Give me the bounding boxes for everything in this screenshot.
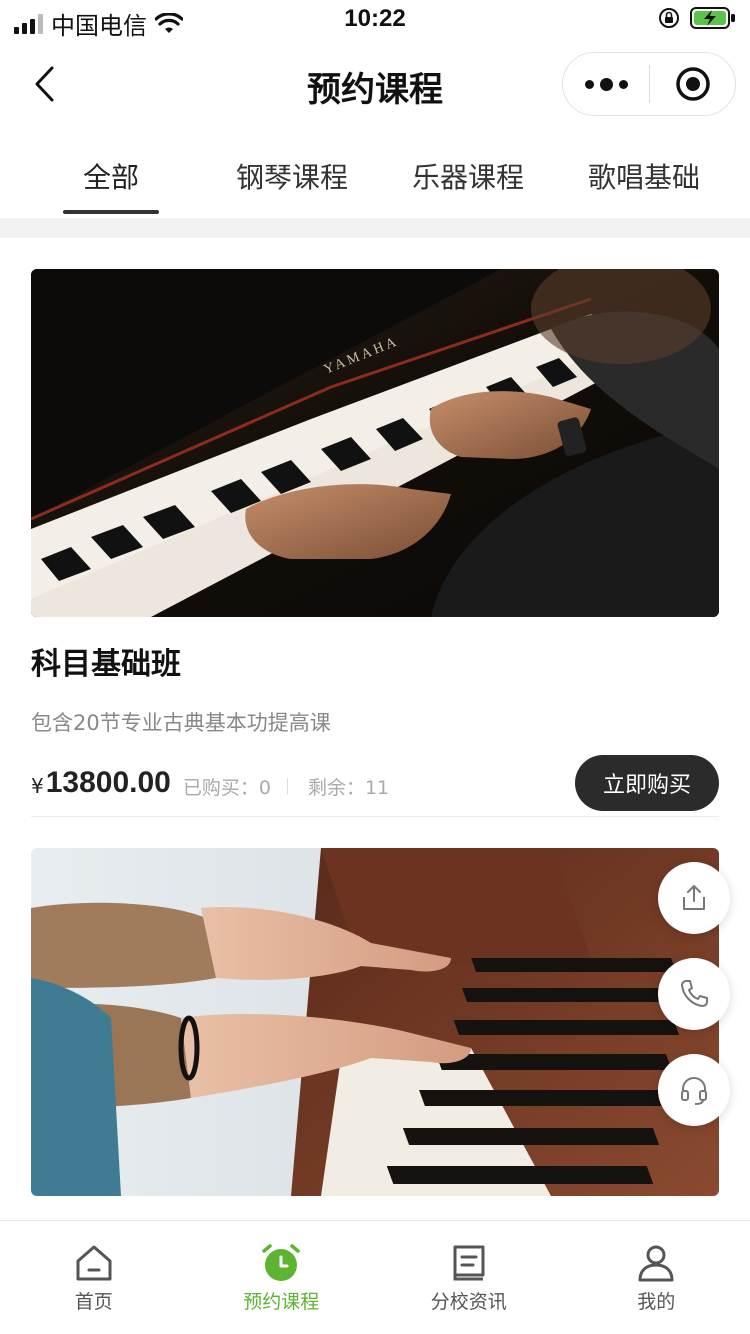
buy-now-button[interactable]: 立即购买 <box>575 755 719 811</box>
close-mini-program-button[interactable] <box>650 53 735 115</box>
headset-icon <box>681 1077 707 1105</box>
tab-label: 钢琴课程 <box>235 161 348 194</box>
course-image[interactable]: YAMAHA <box>31 269 719 617</box>
currency-symbol: ¥ <box>31 774 44 798</box>
card-divider <box>31 816 719 817</box>
tabbar-label: 预约课程 <box>243 1291 320 1313</box>
tab-label: 歌唱基础 <box>587 161 700 194</box>
remaining-count: 剩余：11 <box>307 776 390 799</box>
battery-icon <box>690 7 735 29</box>
user-icon <box>638 1245 674 1282</box>
alarm-clock-icon <box>262 1244 300 1281</box>
document-icon <box>453 1245 485 1281</box>
tab-label: 乐器课程 <box>411 161 524 194</box>
tabbar-label: 首页 <box>74 1291 113 1313</box>
active-tab-indicator <box>63 210 159 214</box>
status-time: 10:22 <box>344 5 406 32</box>
tabbar-item-booking[interactable]: 预约课程 <box>188 1221 376 1334</box>
tabbar-label: 我的 <box>637 1291 676 1313</box>
share-button[interactable] <box>658 862 730 934</box>
bottom-tab-bar: 首页 预约课程 分校资讯 我的 <box>0 1220 750 1334</box>
rotation-lock-icon <box>659 8 679 28</box>
course-title: 科目基础班 <box>31 647 181 682</box>
more-dot-icon <box>599 77 613 91</box>
tab-label: 全部 <box>82 161 139 194</box>
tab-all[interactable]: 全部 <box>0 140 222 218</box>
purchased-count: 已购买：0 <box>182 776 271 799</box>
more-button[interactable] <box>563 53 649 115</box>
tabbar-item-home[interactable]: 首页 <box>0 1221 188 1334</box>
more-dot-icon <box>584 79 594 89</box>
more-dot-icon <box>618 79 628 89</box>
section-separator <box>0 218 750 238</box>
tab-instruments[interactable]: 乐器课程 <box>362 140 574 218</box>
navigation-bar: 预约课程 <box>0 40 750 130</box>
home-icon <box>76 1245 112 1281</box>
share-icon <box>683 885 705 910</box>
status-bar: 中国电信 10:22 <box>0 0 750 40</box>
mini-program-capsule <box>562 52 736 116</box>
course-card[interactable] <box>31 848 719 1196</box>
price-row: ¥ 13800.00 已购买：0 剩余：11 立即购买 <box>31 755 719 811</box>
customer-service-button[interactable] <box>658 1054 730 1126</box>
tab-piano[interactable]: 钢琴课程 <box>222 140 362 218</box>
tabbar-item-profile[interactable]: 我的 <box>563 1221 750 1334</box>
course-description: 包含20节专业古典基本功提高课 <box>31 711 331 735</box>
target-close-icon <box>675 67 710 101</box>
status-right <box>658 6 736 30</box>
tab-singing[interactable]: 歌唱基础 <box>574 140 714 218</box>
tabbar-label: 分校资讯 <box>430 1291 507 1313</box>
course-price: 13800.00 <box>45 766 171 799</box>
phone-button[interactable] <box>658 958 730 1030</box>
meta-divider <box>286 778 288 794</box>
piano-hands-image: YAMAHA <box>31 269 719 617</box>
course-card[interactable]: YAMAHA 科目基础班 包含20节专业古典基本功提高课 ¥ 13800.00 … <box>31 269 719 811</box>
tabbar-item-news[interactable]: 分校资讯 <box>375 1221 563 1334</box>
piano-hands-image <box>31 848 719 1196</box>
course-image[interactable] <box>31 848 719 1196</box>
category-tabs: 全部 钢琴课程 乐器课程 歌唱基础 <box>0 140 750 218</box>
phone-icon <box>681 980 708 1007</box>
